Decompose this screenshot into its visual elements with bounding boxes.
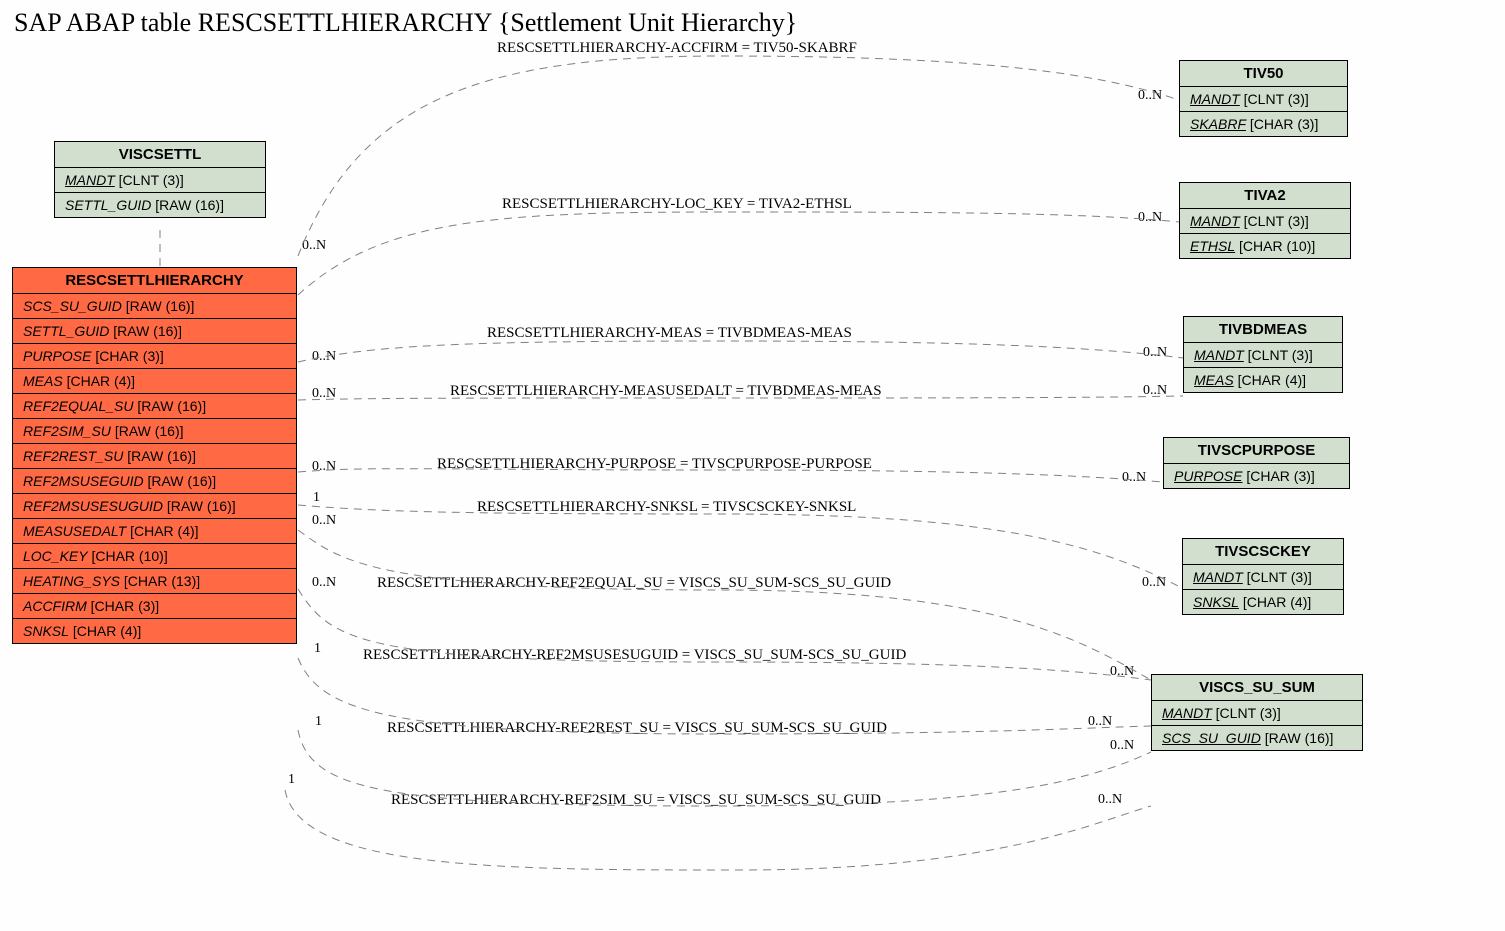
relation-label: RESCSETTLHIERARCHY-ACCFIRM = TIV50-SKABR… [497, 40, 857, 57]
table-header: TIV50 [1180, 61, 1347, 87]
cardinality: 0..N [312, 513, 336, 529]
cardinality: 1 [314, 641, 321, 657]
table-row: MANDT [CLNT (3)] [1180, 209, 1350, 234]
relation-label: RESCSETTLHIERARCHY-REF2REST_SU = VISCS_S… [387, 720, 887, 737]
table-row: PURPOSE [CHAR (3)] [13, 344, 296, 369]
table-row: MANDT [CLNT (3)] [55, 168, 265, 193]
cardinality: 0..N [302, 238, 326, 254]
table-header: VISCS_SU_SUM [1152, 675, 1362, 701]
cardinality: 0..N [1138, 88, 1162, 104]
table-row: SCS_SU_GUID [RAW (16)] [1152, 726, 1362, 750]
table-header: TIVSCSCKEY [1183, 539, 1343, 565]
table-row: SCS_SU_GUID [RAW (16)] [13, 294, 296, 319]
table-row: ACCFIRM [CHAR (3)] [13, 594, 296, 619]
cardinality: 0..N [1142, 575, 1166, 591]
table-row: MEAS [CHAR (4)] [1184, 368, 1342, 392]
cardinality: 0..N [312, 386, 336, 402]
cardinality: 0..N [312, 575, 336, 591]
relation-label: RESCSETTLHIERARCHY-REF2EQUAL_SU = VISCS_… [377, 575, 891, 592]
table-tiv50: TIV50 MANDT [CLNT (3)] SKABRF [CHAR (3)] [1179, 60, 1348, 137]
cardinality: 1 [288, 772, 295, 788]
relation-label: RESCSETTLHIERARCHY-REF2SIM_SU = VISCS_SU… [391, 792, 881, 809]
relation-label: RESCSETTLHIERARCHY-PURPOSE = TIVSCPURPOS… [437, 456, 872, 473]
cardinality: 0..N [1098, 792, 1122, 808]
table-header: TIVBDMEAS [1184, 317, 1342, 343]
table-row: LOC_KEY [CHAR (10)] [13, 544, 296, 569]
table-row: SNKSL [CHAR (4)] [1183, 590, 1343, 614]
cardinality: 1 [313, 490, 320, 506]
cardinality: 0..N [312, 459, 336, 475]
relation-label: RESCSETTLHIERARCHY-SNKSL = TIVSCSCKEY-SN… [477, 499, 856, 516]
cardinality: 0..N [1138, 210, 1162, 226]
cardinality: 1 [315, 714, 322, 730]
table-row: MEASUSEDALT [CHAR (4)] [13, 519, 296, 544]
cardinality: 0..N [1143, 345, 1167, 361]
relation-label: RESCSETTLHIERARCHY-MEAS = TIVBDMEAS-MEAS [487, 325, 852, 342]
table-row: SETTL_GUID [RAW (16)] [55, 193, 265, 217]
page-title: SAP ABAP table RESCSETTLHIERARCHY {Settl… [14, 8, 797, 38]
cardinality: 0..N [1143, 383, 1167, 399]
table-row: MANDT [CLNT (3)] [1152, 701, 1362, 726]
table-row: SNKSL [CHAR (4)] [13, 619, 296, 643]
table-header: RESCSETTLHIERARCHY [13, 268, 296, 294]
table-viscs-su-sum: VISCS_SU_SUM MANDT [CLNT (3)] SCS_SU_GUI… [1151, 674, 1363, 751]
table-tivscpurpose: TIVSCPURPOSE PURPOSE [CHAR (3)] [1163, 437, 1350, 489]
table-header: TIVA2 [1180, 183, 1350, 209]
table-viscsettl: VISCSETTL MANDT [CLNT (3)] SETTL_GUID [R… [54, 141, 266, 218]
table-row: MANDT [CLNT (3)] [1180, 87, 1347, 112]
table-header: TIVSCPURPOSE [1164, 438, 1349, 464]
table-tiva2: TIVA2 MANDT [CLNT (3)] ETHSL [CHAR (10)] [1179, 182, 1351, 259]
table-row: HEATING_SYS [CHAR (13)] [13, 569, 296, 594]
table-row: MEAS [CHAR (4)] [13, 369, 296, 394]
table-row: MANDT [CLNT (3)] [1184, 343, 1342, 368]
relation-label: RESCSETTLHIERARCHY-REF2MSUSESUGUID = VIS… [363, 647, 906, 664]
table-row: REF2MSUSEGUID [RAW (16)] [13, 469, 296, 494]
table-row: REF2EQUAL_SU [RAW (16)] [13, 394, 296, 419]
cardinality: 0..N [1088, 714, 1112, 730]
cardinality: 0..N [1110, 664, 1134, 680]
table-row: REF2REST_SU [RAW (16)] [13, 444, 296, 469]
cardinality: 0..N [1122, 470, 1146, 486]
table-row: SKABRF [CHAR (3)] [1180, 112, 1347, 136]
cardinality: 0..N [312, 349, 336, 365]
table-rescsettlhierarchy: RESCSETTLHIERARCHY SCS_SU_GUID [RAW (16)… [12, 267, 297, 644]
table-row: SETTL_GUID [RAW (16)] [13, 319, 296, 344]
table-row: MANDT [CLNT (3)] [1183, 565, 1343, 590]
relation-label: RESCSETTLHIERARCHY-MEASUSEDALT = TIVBDME… [450, 383, 882, 400]
relation-label: RESCSETTLHIERARCHY-LOC_KEY = TIVA2-ETHSL [502, 196, 852, 213]
table-tivscsckey: TIVSCSCKEY MANDT [CLNT (3)] SNKSL [CHAR … [1182, 538, 1344, 615]
table-row: REF2SIM_SU [RAW (16)] [13, 419, 296, 444]
table-header: VISCSETTL [55, 142, 265, 168]
table-row: ETHSL [CHAR (10)] [1180, 234, 1350, 258]
table-row: PURPOSE [CHAR (3)] [1164, 464, 1349, 488]
cardinality: 0..N [1110, 738, 1134, 754]
table-tivbdmeas: TIVBDMEAS MANDT [CLNT (3)] MEAS [CHAR (4… [1183, 316, 1343, 393]
table-row: REF2MSUSESUGUID [RAW (16)] [13, 494, 296, 519]
